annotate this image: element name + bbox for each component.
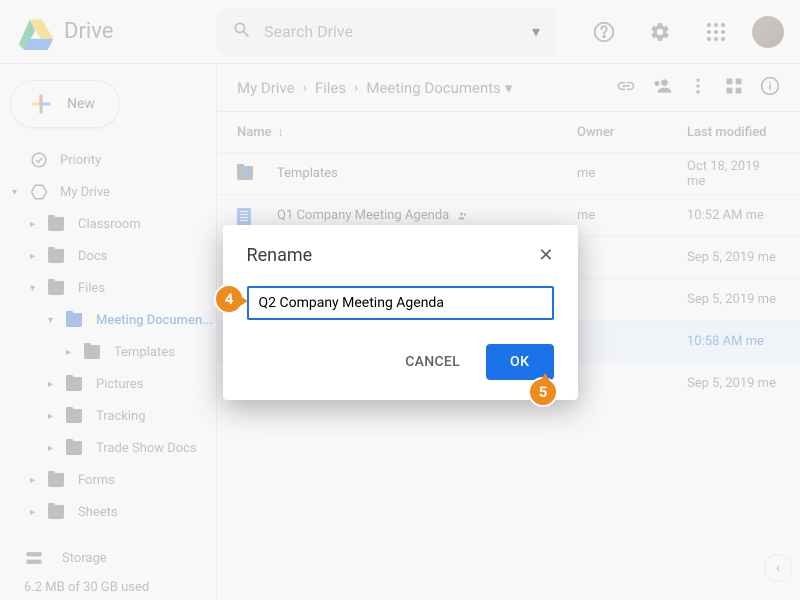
cancel-button[interactable]: CANCEL xyxy=(387,344,478,380)
modal-overlay: Rename ✕ CANCEL OK xyxy=(0,0,800,600)
tutorial-callout-5: 5 xyxy=(528,377,558,407)
close-icon[interactable]: ✕ xyxy=(538,245,553,266)
rename-input[interactable] xyxy=(247,286,554,320)
rename-dialog: Rename ✕ CANCEL OK xyxy=(223,225,578,400)
tutorial-callout-4: 4 xyxy=(214,284,244,314)
dialog-title: Rename xyxy=(247,245,313,266)
